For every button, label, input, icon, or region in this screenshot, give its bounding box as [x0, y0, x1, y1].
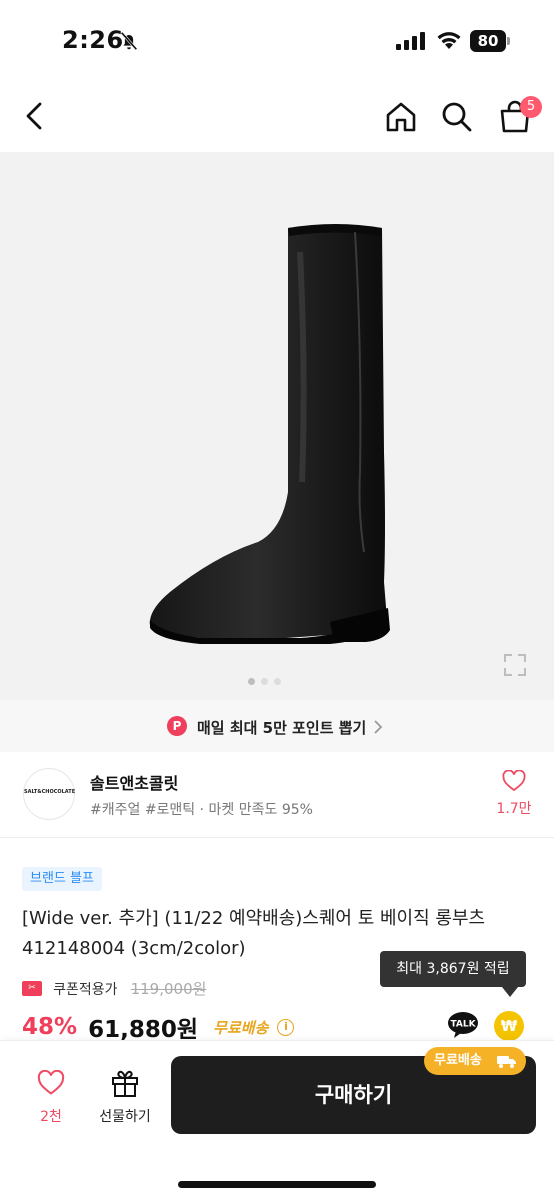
- product-image[interactable]: [0, 152, 554, 700]
- status-bar: 2:26 80: [0, 0, 554, 80]
- cart-count-badge: 5: [520, 96, 542, 118]
- heart-icon: [502, 770, 526, 792]
- coupon-label: 쿠폰적용가: [53, 981, 118, 998]
- carousel-dot[interactable]: [274, 678, 281, 685]
- brand-logo-text: SALT&CHOCOLATE: [24, 789, 76, 795]
- bell-slash-icon: [120, 31, 138, 51]
- discount-rate: 48%: [22, 1014, 78, 1040]
- original-price: 119,000원: [130, 980, 207, 998]
- brand-name[interactable]: 솔트앤초콜릿: [90, 770, 178, 794]
- free-shipping-label: 무료배송: [213, 1018, 269, 1037]
- sale-price: 61,880원: [88, 1017, 199, 1043]
- status-time: 2:26: [62, 26, 124, 54]
- carousel-dot-active[interactable]: [248, 678, 255, 685]
- chevron-left-icon[interactable]: [18, 98, 54, 134]
- brand-like-count: 1.7만: [496, 801, 532, 817]
- brand-logo[interactable]: SALT&CHOCOLATE: [23, 768, 75, 820]
- brand-like-button[interactable]: 1.7만: [496, 768, 532, 818]
- wifi-icon: [437, 32, 461, 49]
- svg-text:TALK: TALK: [450, 1020, 476, 1030]
- price-row: 48% 61,880원 무료배송 i: [22, 1010, 295, 1044]
- truck-icon: [497, 1056, 516, 1068]
- brand-row[interactable]: [0, 752, 554, 838]
- chevron-right-icon: [374, 720, 383, 734]
- product-boot-illustration: [149, 224, 390, 644]
- home-indicator: [178, 1181, 376, 1188]
- info-icon[interactable]: i: [277, 1018, 295, 1036]
- top-navigation: [0, 80, 554, 152]
- like-button[interactable]: 2천: [28, 1070, 74, 1130]
- gift-icon: [112, 1070, 138, 1097]
- gift-label: 선물하기: [99, 1109, 151, 1125]
- like-count: 2천: [40, 1109, 62, 1125]
- points-tooltip: 최대 3,867원 적립: [380, 951, 526, 987]
- kakao-talk-icon[interactable]: TALK: [447, 1011, 479, 1039]
- battery-level: 80: [470, 30, 506, 52]
- battery-indicator: 80: [470, 30, 510, 52]
- points-banner-text[interactable]: 매일 최대 5만 포인트 뽑기: [197, 717, 366, 738]
- tooltip-arrow: [502, 987, 518, 997]
- heart-icon: [37, 1070, 65, 1095]
- expand-icon[interactable]: [502, 652, 528, 678]
- brand-tags: #캐주얼 #로맨틱 · 마켓 만족도 95%: [90, 802, 313, 818]
- cellular-signal-icon: [396, 32, 425, 50]
- points-icon: P: [167, 716, 187, 736]
- search-icon[interactable]: [438, 98, 476, 136]
- won-points-icon[interactable]: ₩: [494, 1011, 524, 1041]
- brand-promo-tag: 브랜드 블프: [22, 867, 102, 891]
- carousel-indicator: [248, 670, 287, 685]
- coupon-icon: ✂: [22, 981, 42, 996]
- gift-button[interactable]: 선물하기: [92, 1068, 158, 1130]
- coupon-price-row: ✂ 쿠폰적용가 119,000원: [22, 978, 206, 1000]
- home-icon[interactable]: [382, 98, 420, 136]
- carousel-dot[interactable]: [261, 678, 268, 685]
- battery-cap: [507, 37, 510, 45]
